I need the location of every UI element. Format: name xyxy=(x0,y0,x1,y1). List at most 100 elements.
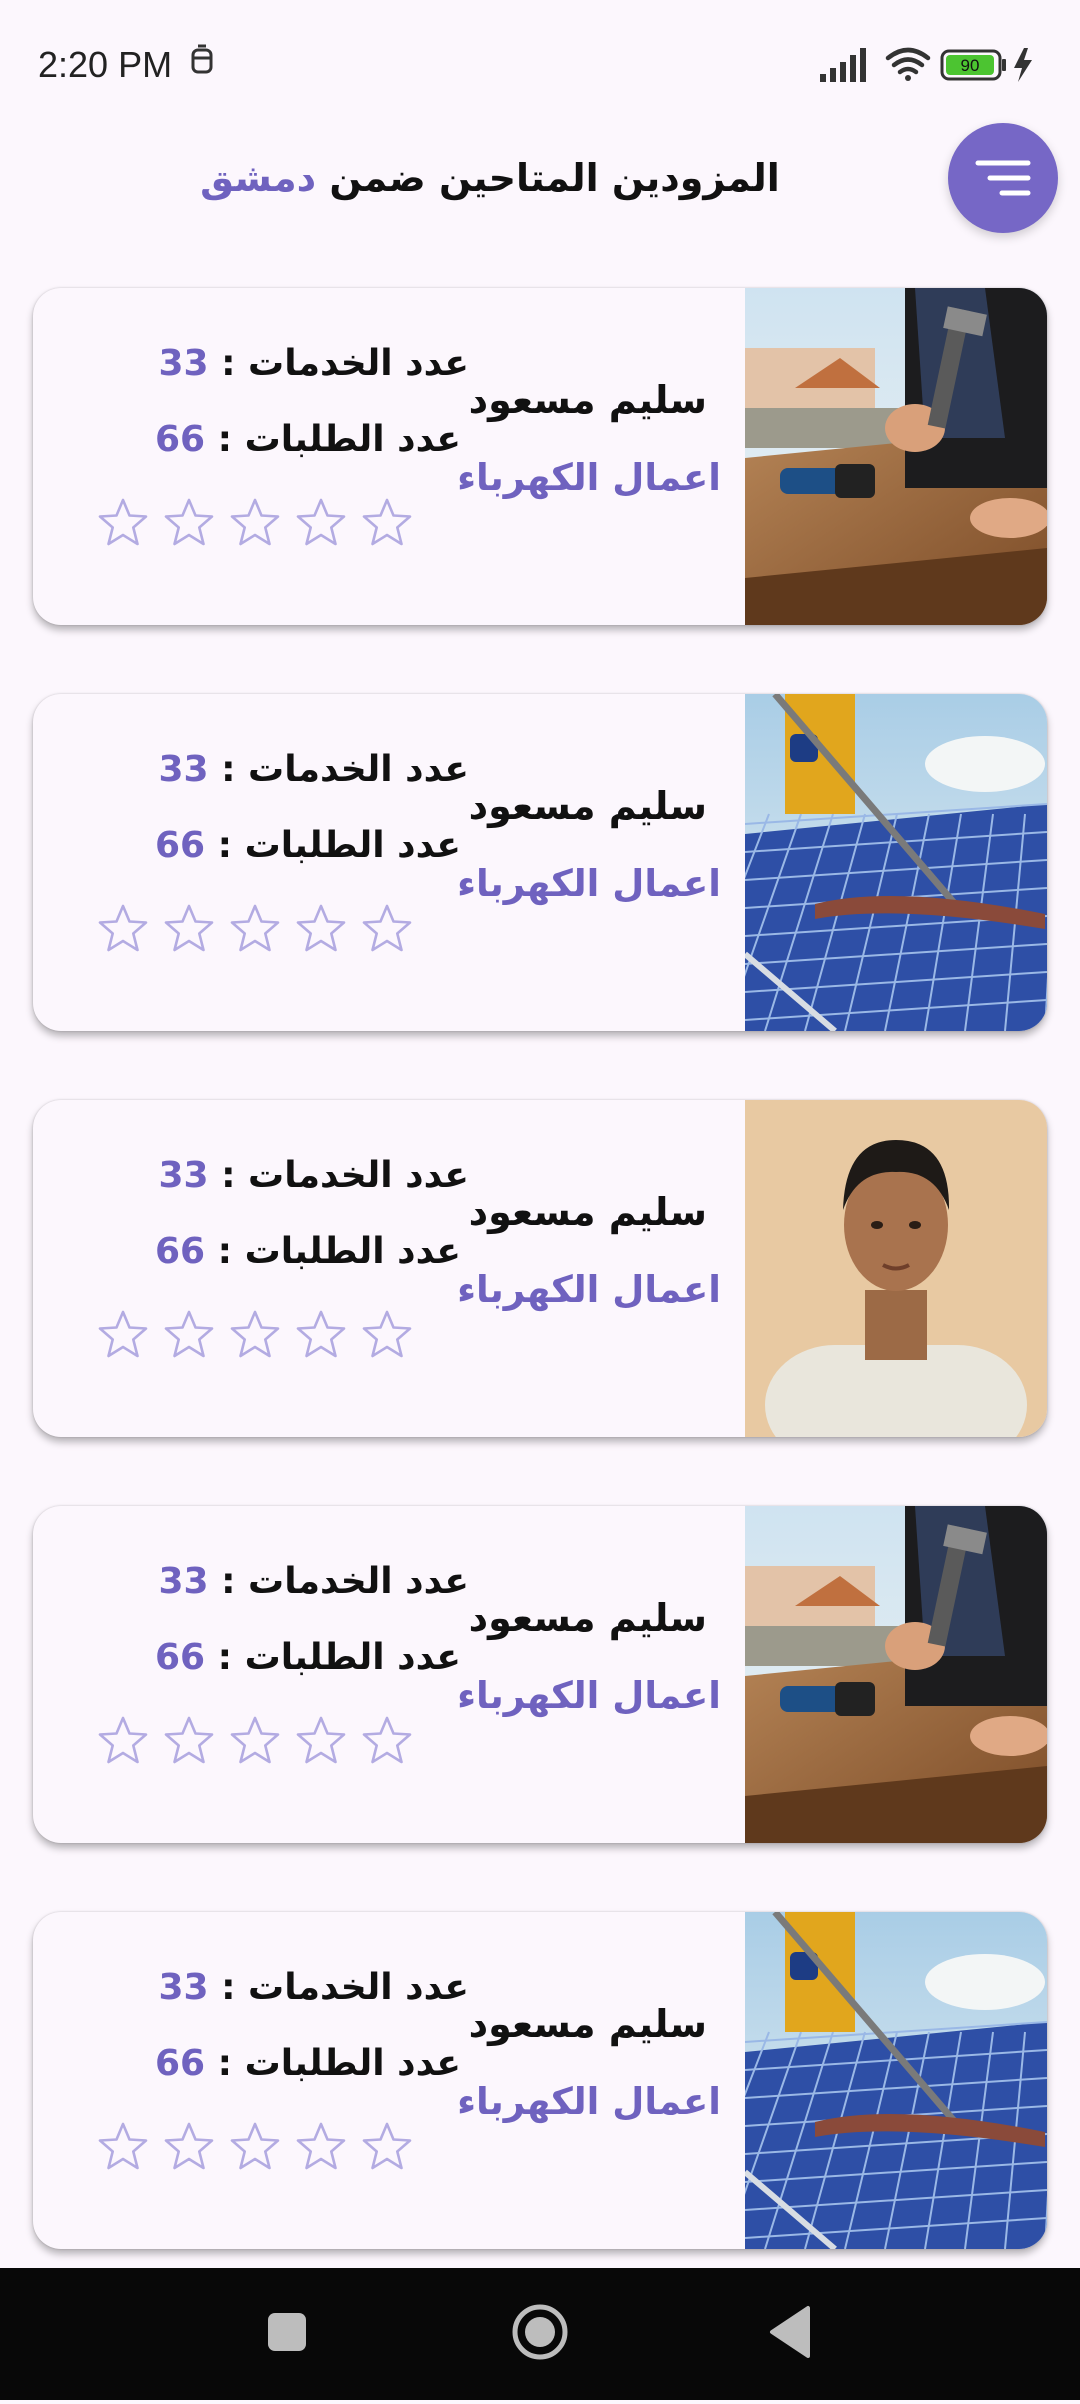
requests-count: 66 xyxy=(155,1231,206,1272)
requests-count-row: عدد الطلبات : 66 xyxy=(129,2043,461,2084)
rating-stars xyxy=(97,1714,447,1774)
provider-category: اعمال الكهرباء xyxy=(457,862,721,905)
page-title: المزودين المتاحين ضمن دمشق xyxy=(90,156,890,200)
rating-star-icon[interactable] xyxy=(361,1308,413,1360)
services-count: 33 xyxy=(158,749,209,790)
requests-count: 66 xyxy=(155,1637,206,1678)
provider-category: اعمال الكهرباء xyxy=(457,1268,721,1311)
provider-name: سليم مسعود xyxy=(468,1190,707,1234)
services-count-row: عدد الخدمات : 33 xyxy=(129,749,469,790)
alarm-icon xyxy=(188,44,216,80)
provider-photo xyxy=(745,694,1047,1031)
status-icons: 90 xyxy=(820,42,1050,88)
rating-star-icon[interactable] xyxy=(229,1714,281,1766)
rating-stars xyxy=(97,2120,447,2180)
services-label: عدد الخدمات : xyxy=(221,1155,469,1196)
rating-star-icon[interactable] xyxy=(97,496,149,548)
requests-label: عدد الطلبات : xyxy=(217,419,461,460)
filter-button[interactable] xyxy=(948,123,1058,233)
back-button xyxy=(770,2306,810,2358)
provider-name: سليم مسعود xyxy=(468,784,707,828)
rating-star-icon[interactable] xyxy=(295,496,347,548)
provider-category: اعمال الكهرباء xyxy=(457,2080,721,2123)
provider-name: سليم مسعود xyxy=(468,1596,707,1640)
provider-category: اعمال الكهرباء xyxy=(457,456,721,499)
services-count-row: عدد الخدمات : 33 xyxy=(129,1561,469,1602)
rating-star-icon[interactable] xyxy=(97,1308,149,1360)
requests-count-row: عدد الطلبات : 66 xyxy=(129,825,461,866)
services-label: عدد الخدمات : xyxy=(221,749,469,790)
recents-button xyxy=(268,2313,306,2351)
status-time: 2:20 PM xyxy=(38,44,173,85)
status-bar: 2:20 PM 90 xyxy=(0,0,1080,130)
rating-star-icon[interactable] xyxy=(163,496,215,548)
rating-star-icon[interactable] xyxy=(163,1308,215,1360)
services-count: 33 xyxy=(158,1967,209,2008)
requests-count: 66 xyxy=(155,419,206,460)
rating-star-icon[interactable] xyxy=(97,1714,149,1766)
requests-label: عدد الطلبات : xyxy=(217,1637,461,1678)
rating-star-icon[interactable] xyxy=(295,1714,347,1766)
provider-card[interactable]: سليم مسعود اعمال الكهرباء عدد الخدمات : … xyxy=(33,1912,1047,2249)
requests-label: عدد الطلبات : xyxy=(217,2043,461,2084)
rating-star-icon[interactable] xyxy=(229,902,281,954)
rating-star-icon[interactable] xyxy=(295,902,347,954)
provider-card[interactable]: سليم مسعود اعمال الكهرباء عدد الخدمات : … xyxy=(33,694,1047,1031)
rating-star-icon[interactable] xyxy=(229,2120,281,2172)
services-count: 33 xyxy=(158,1561,209,1602)
provider-photo xyxy=(745,1100,1047,1437)
rating-star-icon[interactable] xyxy=(97,2120,149,2172)
rating-stars xyxy=(97,1308,447,1368)
services-label: عدد الخدمات : xyxy=(221,1967,469,2008)
rating-star-icon[interactable] xyxy=(229,496,281,548)
rating-star-icon[interactable] xyxy=(361,496,413,548)
requests-label: عدد الطلبات : xyxy=(217,1231,461,1272)
provider-photo xyxy=(745,1912,1047,2249)
requests-count-row: عدد الطلبات : 66 xyxy=(129,419,461,460)
requests-count-row: عدد الطلبات : 66 xyxy=(129,1231,461,1272)
services-count-row: عدد الخدمات : 33 xyxy=(129,1967,469,2008)
services-count: 33 xyxy=(158,343,209,384)
rating-star-icon[interactable] xyxy=(295,2120,347,2172)
city-name: دمشق xyxy=(200,156,317,200)
requests-label: عدد الطلبات : xyxy=(217,825,461,866)
services-label: عدد الخدمات : xyxy=(221,1561,469,1602)
services-count-row: عدد الخدمات : 33 xyxy=(129,343,469,384)
provider-list: سليم مسعود اعمال الكهرباء عدد الخدمات : … xyxy=(33,288,1047,2318)
wifi-icon xyxy=(885,47,931,81)
rating-star-icon[interactable] xyxy=(361,902,413,954)
home-button xyxy=(512,2304,568,2360)
requests-count-row: عدد الطلبات : 66 xyxy=(129,1637,461,1678)
requests-count: 66 xyxy=(155,2043,206,2084)
provider-name: سليم مسعود xyxy=(468,2002,707,2046)
provider-card[interactable]: سليم مسعود اعمال الكهرباء عدد الخدمات : … xyxy=(33,1100,1047,1437)
filter-lines-icon xyxy=(975,160,1031,196)
services-label: عدد الخدمات : xyxy=(221,343,469,384)
page-title-prefix: المزودين المتاحين ضمن xyxy=(329,156,780,200)
rating-star-icon[interactable] xyxy=(361,2120,413,2172)
system-nav-bar xyxy=(0,2268,1080,2400)
provider-card[interactable]: سليم مسعود اعمال الكهرباء عدد الخدمات : … xyxy=(33,1506,1047,1843)
rating-stars xyxy=(97,902,447,962)
services-count-row: عدد الخدمات : 33 xyxy=(129,1155,469,1196)
svg-text:90: 90 xyxy=(961,56,980,75)
requests-count: 66 xyxy=(155,825,206,866)
charging-icon xyxy=(1014,48,1032,82)
rating-star-icon[interactable] xyxy=(361,1714,413,1766)
battery-icon: 90 xyxy=(940,49,1006,81)
rating-star-icon[interactable] xyxy=(295,1308,347,1360)
rating-star-icon[interactable] xyxy=(229,1308,281,1360)
provider-photo xyxy=(745,288,1047,625)
services-count: 33 xyxy=(158,1155,209,1196)
rating-star-icon[interactable] xyxy=(97,902,149,954)
rating-stars xyxy=(97,496,447,556)
header: المزودين المتاحين ضمن دمشق xyxy=(0,120,1080,240)
provider-name: سليم مسعود xyxy=(468,378,707,422)
rating-star-icon[interactable] xyxy=(163,2120,215,2172)
provider-photo xyxy=(745,1506,1047,1843)
rating-star-icon[interactable] xyxy=(163,1714,215,1766)
signal-icon xyxy=(820,48,866,82)
rating-star-icon[interactable] xyxy=(163,902,215,954)
provider-category: اعمال الكهرباء xyxy=(457,1674,721,1717)
provider-card[interactable]: سليم مسعود اعمال الكهرباء عدد الخدمات : … xyxy=(33,288,1047,625)
